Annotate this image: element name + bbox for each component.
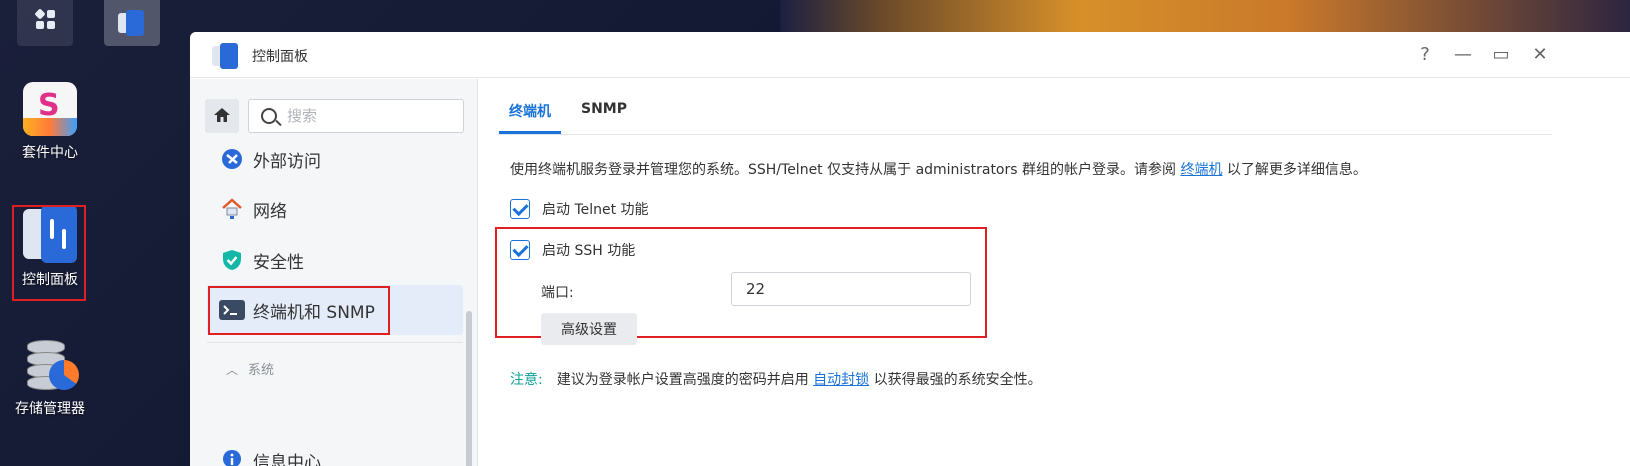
section-header-label: 系统 bbox=[248, 363, 275, 378]
external-access-icon bbox=[219, 146, 245, 172]
minimize-icon[interactable]: — bbox=[1452, 44, 1474, 65]
desktop-storage-manager[interactable]: 存储管理器 bbox=[10, 338, 90, 418]
main-menu-button[interactable] bbox=[17, 0, 73, 46]
telnet-checkbox[interactable] bbox=[510, 199, 530, 219]
telnet-option[interactable]: 启动 Telnet 功能 bbox=[510, 199, 649, 219]
close-icon[interactable]: ✕ bbox=[1529, 44, 1551, 65]
tab-snmp[interactable]: SNMP bbox=[581, 101, 627, 117]
window-title: 控制面板 bbox=[252, 49, 308, 65]
port-label: 端口: bbox=[541, 285, 574, 301]
sidebar-item-network[interactable]: 网络 bbox=[207, 184, 463, 234]
security-note: 注意: 建议为登录帐户设置高强度的密码并启用 自动封锁 以获得最强的系统安全性。 bbox=[510, 372, 1042, 388]
tab-terminal[interactable]: 终端机 bbox=[509, 101, 551, 121]
info-icon bbox=[219, 447, 245, 466]
note-label: 注意: bbox=[510, 372, 543, 388]
sidebar-item-label: 信息中心 bbox=[253, 452, 321, 466]
port-input[interactable] bbox=[731, 272, 971, 306]
chevron-up-icon: ︿ bbox=[226, 363, 239, 377]
control-panel-window: 控制面板 ? — ▭ ✕ 外部访问 网络 安全 bbox=[190, 32, 1630, 466]
sidebar-item-external-access[interactable]: 外部访问 bbox=[207, 134, 463, 184]
desktop-item-label: 存储管理器 bbox=[15, 401, 85, 417]
sidebar: 外部访问 网络 安全性 终端机和 SNMP ︿系统 bbox=[190, 79, 478, 466]
main-menu-icon bbox=[34, 8, 56, 30]
sidebar-item-security[interactable]: 安全性 bbox=[207, 235, 463, 285]
section-header-system[interactable]: ︿ 系统 bbox=[226, 359, 274, 378]
sidebar-item-info-center[interactable]: 信息中心 bbox=[207, 435, 463, 466]
control-panel-icon bbox=[118, 10, 146, 36]
help-icon[interactable]: ? bbox=[1414, 44, 1436, 65]
ssh-checkbox[interactable] bbox=[510, 240, 530, 260]
maximize-icon[interactable]: ▭ bbox=[1490, 44, 1512, 65]
sidebar-item-label: 安全性 bbox=[253, 252, 304, 273]
sidebar-item-label: 网络 bbox=[253, 201, 287, 222]
network-icon bbox=[219, 196, 245, 222]
desktop-package-center[interactable]: S 套件中心 bbox=[10, 82, 90, 162]
desktop-item-label: 套件中心 bbox=[22, 145, 78, 161]
search-field[interactable] bbox=[248, 99, 464, 133]
telnet-label: 启动 Telnet 功能 bbox=[542, 202, 649, 218]
home-button[interactable] bbox=[205, 99, 239, 133]
main-content: 终端机 SNMP 使用终端机服务登录并管理您的系统。SSH/Telnet 仅支持… bbox=[479, 79, 1630, 466]
taskbar-control-panel-button[interactable] bbox=[104, 0, 160, 46]
tab-bar: 终端机 SNMP bbox=[497, 79, 1552, 135]
divider bbox=[207, 342, 463, 343]
home-icon bbox=[214, 108, 230, 122]
search-input[interactable] bbox=[287, 105, 457, 127]
terminal-help-link[interactable]: 终端机 bbox=[1180, 162, 1222, 178]
highlight-box-desktop bbox=[12, 205, 86, 301]
advanced-settings-button[interactable]: 高级设置 bbox=[541, 313, 637, 345]
ssh-option[interactable]: 启动 SSH 功能 bbox=[510, 240, 635, 260]
active-tab-indicator bbox=[499, 131, 561, 134]
description-text: 使用终端机服务登录并管理您的系统。SSH/Telnet 仅支持从属于 admin… bbox=[510, 162, 1367, 178]
storage-manager-icon bbox=[23, 338, 79, 392]
control-panel-icon bbox=[212, 43, 240, 69]
sidebar-scrollbar[interactable] bbox=[466, 311, 472, 466]
ssh-label: 启动 SSH 功能 bbox=[542, 243, 636, 259]
sidebar-item-label: 外部访问 bbox=[253, 151, 321, 172]
package-center-icon: S bbox=[23, 82, 77, 136]
shield-icon bbox=[219, 247, 245, 273]
window-titlebar[interactable]: 控制面板 ? — ▭ ✕ bbox=[190, 32, 1630, 78]
search-icon bbox=[261, 108, 277, 124]
auto-block-link[interactable]: 自动封锁 bbox=[813, 372, 869, 388]
highlight-box-sidebar bbox=[208, 286, 390, 335]
